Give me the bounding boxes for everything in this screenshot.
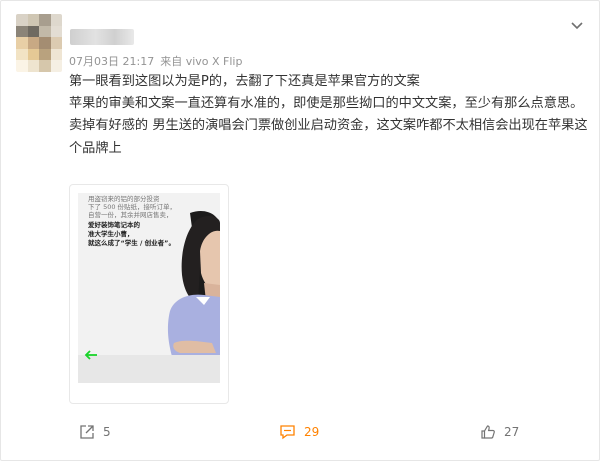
apple-ad-image: 用盗窃来的铝的部分投资 下了 500 份贴纸，接听订单， 自营一份，其余并网店售… — [78, 193, 220, 383]
post-meta: 07月03日 21:17 来自 vivo X Flip — [69, 53, 242, 69]
post-source: 来自 vivo X Flip — [160, 55, 243, 68]
post-actions: 5 29 27 — [1, 419, 599, 445]
avatar[interactable] — [16, 14, 62, 72]
username-blurred[interactable] — [70, 29, 134, 45]
post-time[interactable]: 07月03日 21:17 — [69, 55, 154, 68]
post-image[interactable]: 用盗窃来的铝的部分投资 下了 500 份贴纸，接听订单， 自营一份，其余并网店售… — [69, 184, 229, 404]
share-button[interactable]: 5 — [79, 419, 111, 445]
thumbs-up-icon — [481, 425, 495, 439]
post-paragraph-1: 第一眼看到这图以为是P的，去翻了下还真是苹果官方的文案 — [69, 74, 420, 89]
comment-button[interactable]: 29 — [279, 419, 319, 445]
student-photo — [78, 210, 220, 383]
share-icon — [80, 425, 94, 439]
post-paragraph-3: 卖掉有好感的 男生送的演唱会门票做创业启动资金，这文案咋都不太相信会出现在苹果这… — [69, 118, 588, 156]
share-count: 5 — [103, 425, 111, 439]
like-button[interactable]: 27 — [480, 419, 519, 445]
comment-icon — [280, 425, 295, 440]
weibo-post-card: 07月03日 21:17 来自 vivo X Flip 第一眼看到这图以为是P的，… — [0, 0, 600, 461]
post-body: 第一眼看到这图以为是P的，去翻了下还真是苹果官方的文案 苹果的审美和文案一直还算… — [69, 71, 589, 160]
arrow-left-icon[interactable] — [84, 350, 98, 360]
like-count: 27 — [504, 425, 520, 439]
comment-count: 29 — [304, 425, 320, 439]
chevron-down-icon[interactable] — [569, 17, 585, 33]
post-paragraph-2: 苹果的审美和文案一直还算有水准的，即使是那些拗口的中文文案，至少有那么点意思。 — [69, 96, 584, 112]
